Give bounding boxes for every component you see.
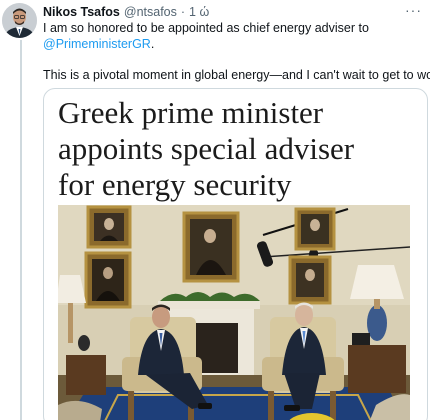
headline-line: appoints special adviser — [58, 131, 355, 166]
mention-suffix: . — [150, 37, 155, 51]
separator: · — [180, 5, 186, 19]
mention-link[interactable]: @PrimeministerGR — [43, 37, 151, 51]
tweet-text-line: I am so honored to be appointed as chief… — [43, 21, 369, 35]
tweet[interactable]: Nikos Tsafos @ntsafos · 1 ώ ··· I am so … — [0, 0, 430, 420]
author-name[interactable]: Nikos Tsafos — [43, 5, 120, 19]
avatar[interactable] — [2, 3, 37, 38]
avatar-image — [2, 3, 37, 38]
tweet-text-line: This is a pivotal moment in global energ… — [43, 68, 430, 82]
article-photo — [58, 205, 410, 420]
more-horizontal-icon[interactable]: ··· — [405, 2, 422, 18]
tweet-text-line: @PrimeministerGR. — [43, 36, 428, 52]
tweet-header: Nikos Tsafos @ntsafos · 1 ώ — [43, 4, 209, 20]
headline-line: for energy security — [58, 167, 292, 202]
article-headline: Greek prime minister appoints special ad… — [58, 95, 418, 203]
headline-line: Greek prime minister — [58, 95, 324, 130]
author-handle[interactable]: @ntsafos — [124, 5, 177, 19]
media-card[interactable]: Greek prime minister appoints special ad… — [43, 88, 428, 420]
thread-line — [20, 40, 22, 420]
timestamp[interactable]: 1 ώ — [189, 5, 209, 19]
